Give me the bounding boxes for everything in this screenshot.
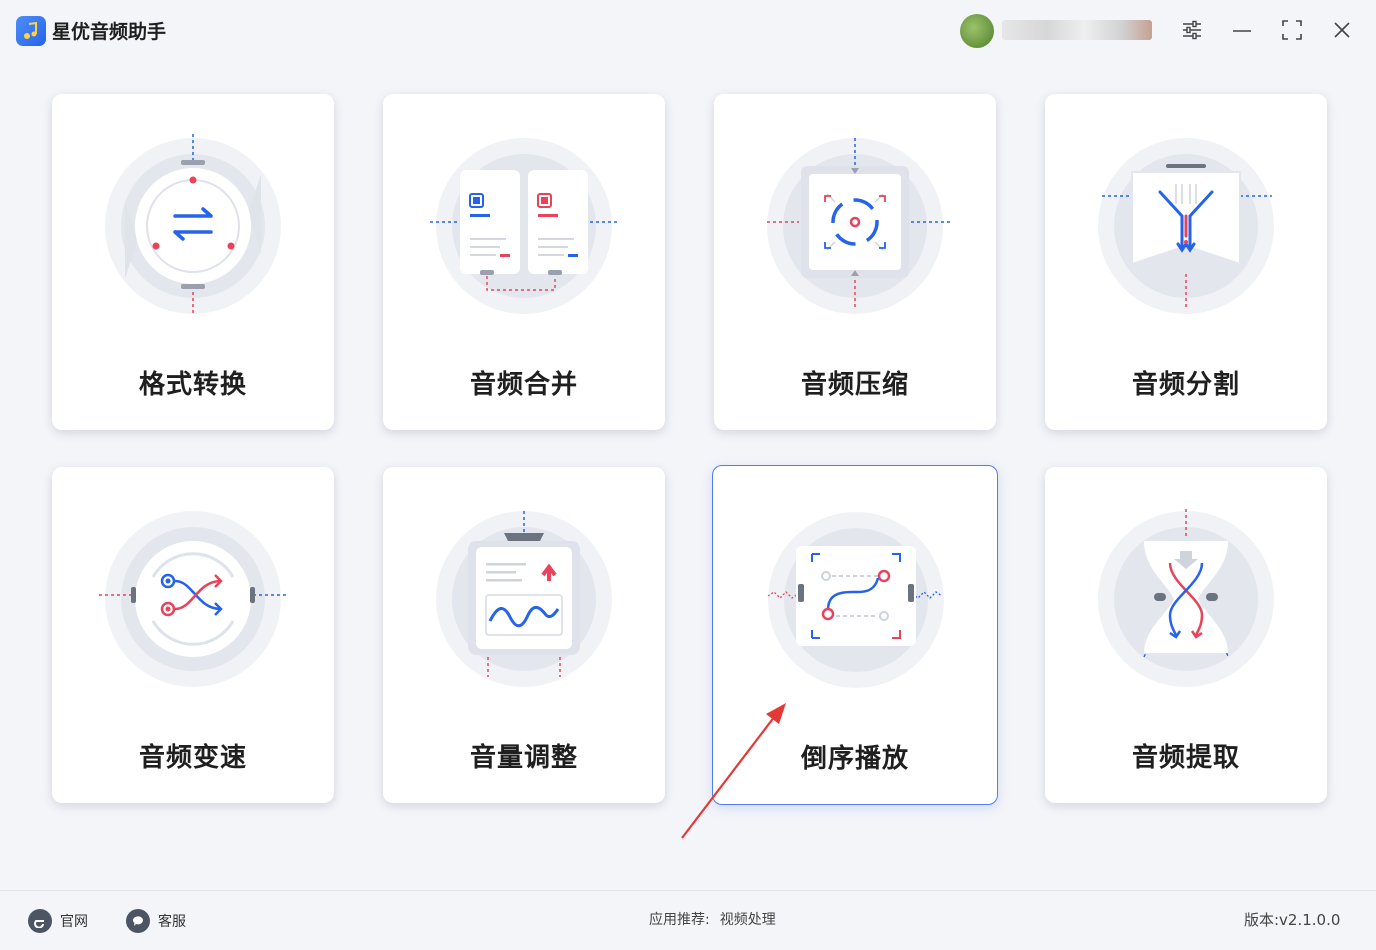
- card-label: 音频合并: [469, 370, 578, 400]
- card-audio-split[interactable]: 音频分割: [1045, 94, 1327, 430]
- card-label: 音频提取: [1131, 743, 1240, 773]
- app-logo-icon: [16, 16, 46, 46]
- audio-split-icon: [1098, 138, 1274, 314]
- card-reverse-play[interactable]: 倒序播放: [712, 465, 998, 805]
- maximize-icon[interactable]: [1277, 15, 1307, 45]
- website-link[interactable]: 官网: [28, 909, 88, 933]
- support-label: 客服: [158, 914, 186, 930]
- username-blurred[interactable]: [1002, 20, 1152, 40]
- audio-extract-icon: [1098, 509, 1274, 687]
- recommend-link[interactable]: 视频处理: [720, 909, 776, 929]
- app-title: 星优音频助手: [52, 21, 167, 43]
- card-label: 音频变速: [138, 743, 247, 773]
- format-convert-icon: [105, 134, 281, 314]
- minimize-icon[interactable]: [1227, 15, 1257, 45]
- title-bar: 星优音频助手: [0, 0, 1376, 60]
- app-recommendation: 应用推荐: 视频处理: [649, 909, 776, 929]
- user-avatar[interactable]: [960, 14, 994, 48]
- recommend-label: 应用推荐:: [649, 912, 710, 928]
- close-icon[interactable]: [1327, 15, 1357, 45]
- card-label: 音频压缩: [800, 370, 909, 400]
- browser-e-icon: [28, 909, 52, 933]
- audio-merge-icon: [430, 138, 618, 314]
- audio-compress-icon: [767, 138, 951, 314]
- card-label: 音量调整: [469, 743, 578, 773]
- reverse-play-icon: [767, 512, 944, 688]
- settings-icon[interactable]: [1177, 15, 1207, 45]
- card-audio-speed[interactable]: 音频变速: [52, 467, 334, 803]
- audio-speed-icon: [99, 511, 289, 687]
- version-text: 版本:v2.1.0.0: [1244, 911, 1341, 929]
- card-label: 格式转换: [138, 370, 247, 400]
- card-audio-extract[interactable]: 音频提取: [1045, 467, 1327, 803]
- volume-adjust-icon: [436, 511, 612, 687]
- card-audio-compress[interactable]: 音频压缩: [714, 94, 996, 430]
- card-label: 音频分割: [1131, 370, 1240, 400]
- card-label: 倒序播放: [800, 744, 909, 774]
- footer-bar: 官网 客服 应用推荐: 视频处理 版本:v2.1.0.0: [0, 890, 1376, 950]
- chat-bubble-icon: [126, 909, 150, 933]
- card-format-convert[interactable]: 格式转换: [52, 94, 334, 430]
- card-audio-merge[interactable]: 音频合并: [383, 94, 665, 430]
- card-volume-adjust[interactable]: 音量调整: [383, 467, 665, 803]
- website-label: 官网: [60, 914, 88, 930]
- support-link[interactable]: 客服: [126, 909, 186, 933]
